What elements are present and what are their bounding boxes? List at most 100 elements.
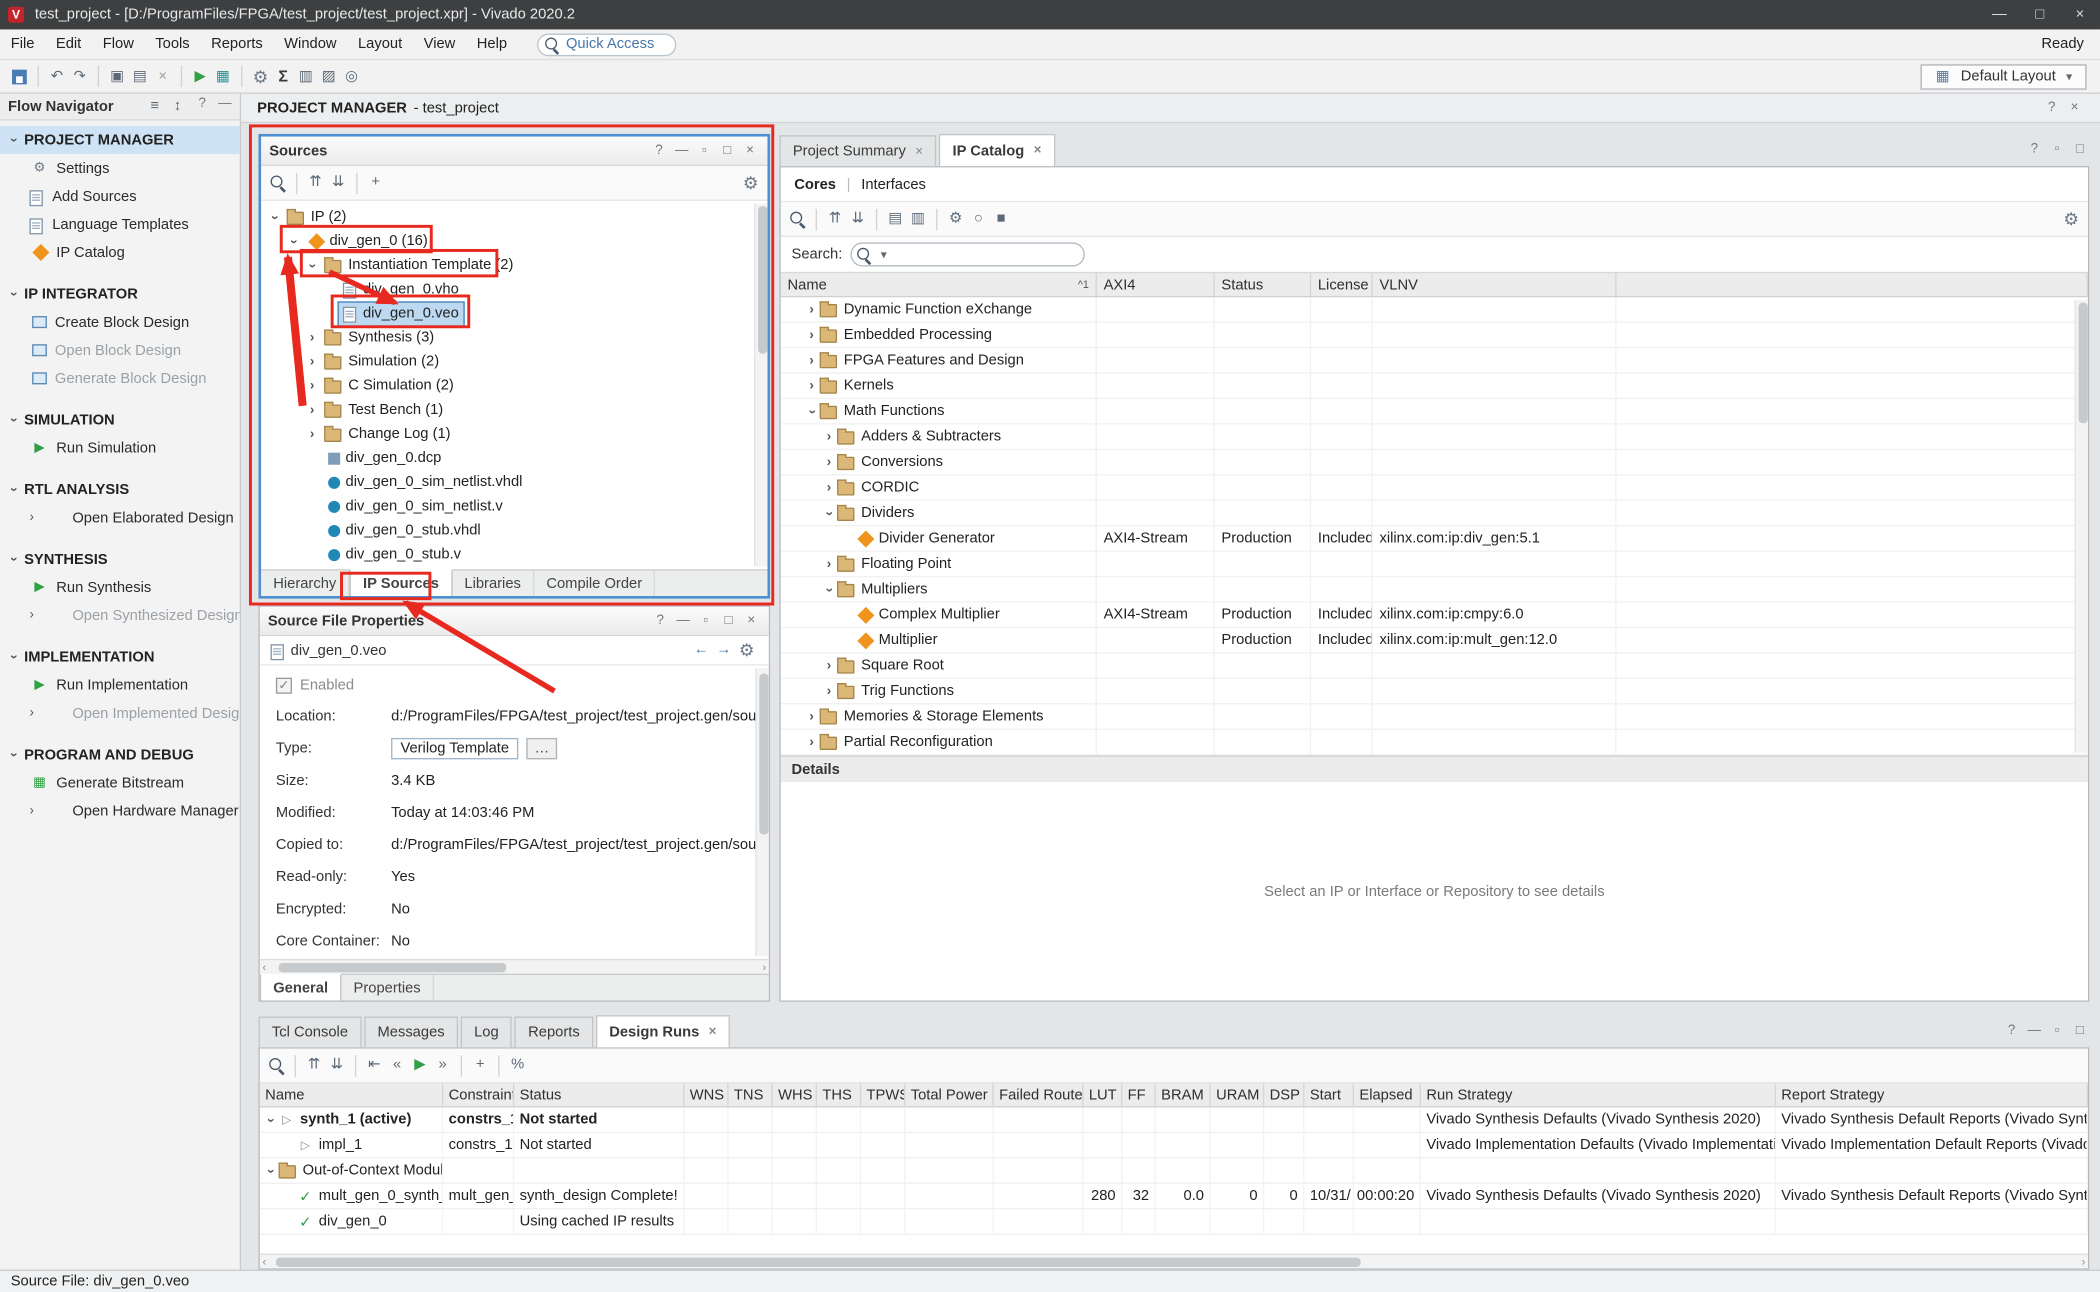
minimize-icon[interactable]: — (672, 141, 691, 160)
catalog-row[interactable]: ›Dividers (781, 501, 2088, 526)
scroll-right-icon[interactable]: › (762, 960, 766, 975)
expand-icon[interactable]: ↕ (166, 95, 189, 118)
tab-tcl-console[interactable]: Tcl Console (258, 1017, 361, 1048)
minimize-icon[interactable]: — (674, 611, 693, 630)
catalog-row[interactable]: ›Adders & Subtracters (781, 425, 2088, 450)
chevron-right-icon[interactable]: › (821, 556, 837, 571)
tab-libraries[interactable]: Libraries (452, 571, 534, 596)
scroll-left-icon[interactable]: ‹ (262, 960, 266, 975)
column-header-license[interactable]: License (1311, 273, 1373, 296)
save-icon[interactable] (8, 65, 31, 88)
next-icon[interactable]: » (431, 1054, 454, 1077)
help-icon[interactable]: ? (2002, 1022, 2021, 1041)
close-icon[interactable]: × (742, 611, 761, 630)
chevron-down-icon[interactable]: › (6, 286, 21, 302)
column-header-vlnv[interactable]: VLNV (1373, 273, 1617, 296)
tree-node[interactable]: IP (2) (283, 206, 351, 229)
runs-column-wns[interactable]: WNS (684, 1083, 728, 1106)
chevron-down-icon[interactable]: › (6, 649, 21, 665)
search-icon[interactable] (786, 208, 809, 231)
expand-all-icon[interactable]: ⇊ (327, 171, 350, 194)
chevron-right-icon[interactable]: › (804, 302, 820, 317)
vertical-scrollbar[interactable] (754, 204, 767, 567)
menu-tools[interactable]: Tools (145, 29, 201, 60)
chevron-down-icon[interactable]: › (267, 209, 282, 225)
close-icon[interactable]: × (1034, 143, 1042, 158)
column-header-axi4[interactable]: AXI4 (1097, 273, 1215, 296)
chevron-right-icon[interactable]: › (804, 327, 820, 342)
tab-reports[interactable]: Reports (515, 1017, 593, 1048)
tree-node[interactable]: div_gen_0_sim_netlist.v (320, 495, 507, 518)
flownav-header-ip-integrator[interactable]: ›IP INTEGRATOR (0, 280, 240, 308)
scrollbar-thumb[interactable] (2078, 303, 2087, 424)
tab-log[interactable]: Log (461, 1017, 512, 1048)
menu-layout[interactable]: Layout (347, 29, 413, 60)
flownav-header-synthesis[interactable]: ›SYNTHESIS (0, 545, 240, 573)
filter-icon[interactable]: ≡ (143, 95, 166, 118)
minimize-icon[interactable]: — (216, 95, 235, 114)
tree-node[interactable]: div_gen_0.veo (339, 302, 463, 325)
tree-node[interactable]: div_gen_0_stub.vhdl (320, 519, 485, 542)
sum-icon[interactable]: Σ (272, 65, 295, 88)
tree-node[interactable]: div_gen_0_stub.v (320, 543, 465, 566)
flownav-item-open-hardware-manager[interactable]: ›Open Hardware Manager (0, 797, 240, 825)
search-icon[interactable] (265, 1054, 288, 1077)
maximize-icon[interactable]: □ (718, 141, 737, 160)
collapse-all-icon[interactable]: ⇈ (824, 208, 847, 231)
runs-column-ff[interactable]: FF (1122, 1083, 1155, 1106)
percent-icon[interactable]: % (506, 1054, 529, 1077)
chevron-right-icon[interactable]: › (804, 735, 820, 750)
menu-view[interactable]: View (413, 29, 466, 60)
first-icon[interactable]: ⇤ (363, 1054, 386, 1077)
flownav-item-open-elaborated-design[interactable]: ›Open Elaborated Design (0, 504, 240, 532)
maximize-icon[interactable]: □ (719, 611, 738, 630)
catalog-row[interactable]: ›Kernels (781, 374, 2088, 399)
chevron-down-icon[interactable]: › (6, 132, 21, 148)
wrench-icon[interactable]: ⚙ (944, 208, 967, 231)
expand-all-icon[interactable]: ⇊ (846, 208, 869, 231)
runs-row[interactable]: ✓mult_gen_0_synth_1mult_gen_0synth_desig… (260, 1184, 2088, 1209)
tree-item[interactable]: ›Synthesis (3) (261, 325, 767, 349)
chevron-down-icon[interactable]: › (305, 257, 320, 273)
menu-flow[interactable]: Flow (92, 29, 145, 60)
settings-icon[interactable]: ⚙ (735, 639, 758, 662)
hierarchy-icon[interactable]: ▤ (884, 208, 907, 231)
chevron-right-icon[interactable]: › (29, 804, 42, 819)
chevron-down-icon[interactable]: › (263, 1112, 278, 1128)
nextnav-icon[interactable]: → (712, 639, 735, 662)
tree-node[interactable]: div_gen_0 (16) (301, 230, 431, 253)
chevron-down-icon[interactable]: › (804, 403, 819, 419)
column-header-name[interactable]: Name^1 (781, 273, 1097, 296)
layout-selector[interactable]: ▦ Default Layout ▾ (1921, 64, 2087, 89)
flownav-item-generate-block-design[interactable]: Generate Block Design (0, 364, 240, 392)
chevron-right-icon[interactable]: › (304, 354, 320, 369)
chevron-down-icon[interactable]: › (6, 412, 21, 428)
flownav-item-settings[interactable]: ⚙Settings (0, 154, 240, 182)
close-icon[interactable]: × (915, 144, 923, 159)
minimize-button[interactable]: — (1979, 0, 2019, 29)
runs-column-start[interactable]: Start (1304, 1083, 1354, 1106)
catalog-row[interactable]: ›CORDIC (781, 475, 2088, 500)
paste-icon[interactable]: ▤ (129, 65, 152, 88)
collapse-all-icon[interactable]: ⇈ (304, 171, 327, 194)
runs-column-constraints[interactable]: Constraints (443, 1083, 514, 1106)
flownav-item-generate-bitstream[interactable]: ▦Generate Bitstream (0, 769, 240, 797)
redo-icon[interactable]: ↷ (68, 65, 91, 88)
tree-item[interactable]: ›Simulation (2) (261, 350, 767, 374)
runs-column-bram[interactable]: BRAM (1156, 1083, 1211, 1106)
tab-ip-sources[interactable]: IP Sources (350, 569, 453, 596)
tree-node[interactable]: Change Log (1) (320, 423, 455, 446)
flownav-header-project-manager[interactable]: ›PROJECT MANAGER (0, 126, 240, 154)
menu-window[interactable]: Window (273, 29, 347, 60)
help-icon[interactable]: ? (651, 611, 670, 630)
tree-item[interactable]: div_gen_0_sim_netlist.v (261, 494, 767, 518)
chevron-right-icon[interactable]: › (304, 378, 320, 393)
tree-node[interactable]: Test Bench (1) (320, 398, 447, 421)
chevron-right-icon[interactable]: › (804, 353, 820, 368)
flownav-item-ip-catalog[interactable]: IP Catalog (0, 238, 240, 266)
scrollbar-thumb[interactable] (757, 206, 766, 353)
settings-icon[interactable]: ⚙ (739, 171, 762, 194)
help-icon[interactable]: ? (193, 95, 212, 114)
close-icon[interactable]: × (2065, 98, 2084, 117)
add-icon[interactable]: + (364, 171, 387, 194)
